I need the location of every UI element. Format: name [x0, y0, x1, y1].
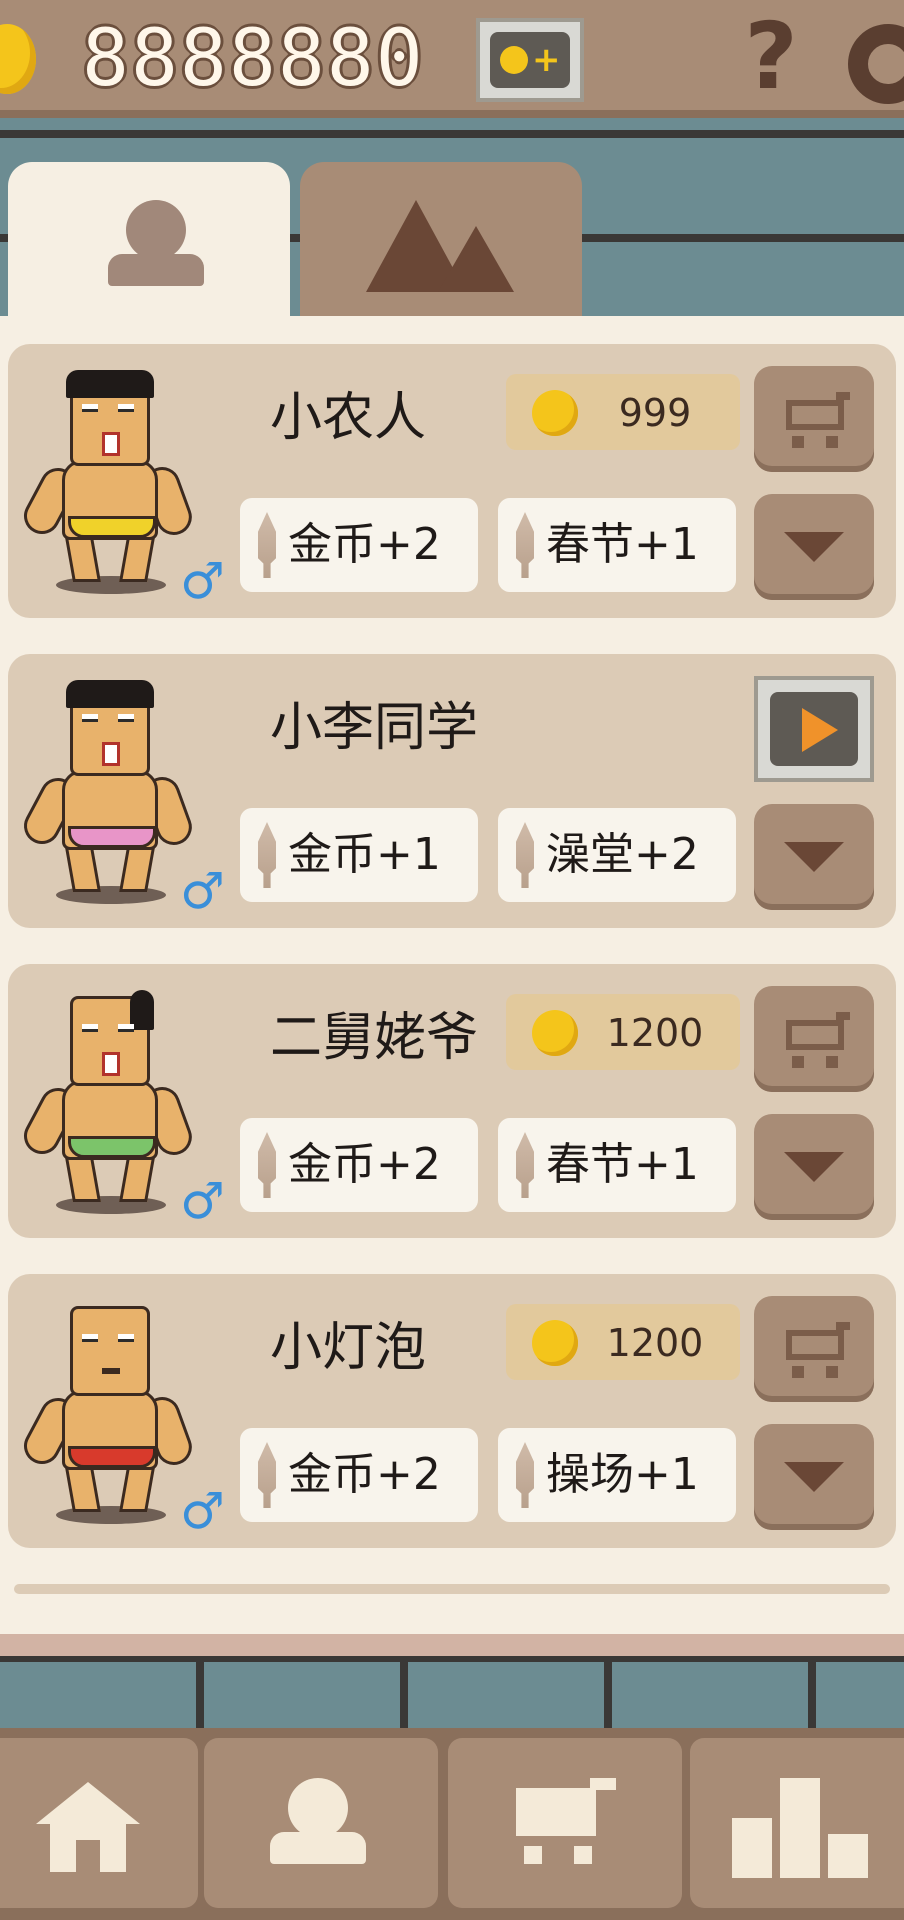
buy-cart-button[interactable] — [754, 1296, 874, 1402]
sword-icon — [258, 1442, 276, 1508]
chevron-down-icon — [784, 1462, 844, 1492]
video-screen-icon — [770, 692, 858, 766]
coin-count: 8888880 — [82, 14, 425, 104]
bonus-badge: 春节+1 — [498, 1118, 736, 1212]
male-gender-icon: ♂ — [180, 862, 225, 920]
bonus-text: 澡堂+2 — [546, 829, 699, 880]
character-name: 小灯泡 — [270, 1318, 427, 1378]
sword-icon — [258, 512, 276, 578]
character-avatar — [17, 1296, 197, 1526]
bonus-text: 金币+2 — [288, 519, 441, 570]
character-name: 二舅姥爷 — [270, 1008, 479, 1068]
cart-icon — [508, 1778, 618, 1868]
coin-icon — [0, 24, 36, 94]
buy-cart-button[interactable] — [754, 366, 874, 472]
price-tag: 1200 — [506, 1304, 740, 1380]
house-icon — [36, 1782, 140, 1872]
character-name: 小李同学 — [270, 698, 479, 758]
tab-characters[interactable] — [8, 162, 290, 322]
sword-icon — [516, 1442, 534, 1508]
character-avatar — [17, 676, 197, 906]
bar-chart-icon — [732, 1768, 872, 1878]
price-value: 1200 — [606, 1321, 704, 1365]
coin-icon — [532, 1010, 578, 1056]
mountain-icon — [366, 192, 516, 292]
nav-ranking-button[interactable] — [690, 1738, 904, 1908]
bonus-text: 春节+1 — [546, 519, 699, 570]
chevron-down-icon — [784, 842, 844, 872]
expand-details-button[interactable] — [754, 804, 874, 910]
top-bar: 8888880 + ? — [0, 0, 904, 118]
bonus-badge: 操场+1 — [498, 1428, 736, 1522]
bonus-badge: 金币+2 — [240, 1118, 478, 1212]
chevron-down-icon — [784, 532, 844, 562]
sword-icon — [516, 1132, 534, 1198]
watch-video-unlock-button[interactable] — [754, 676, 874, 782]
character-card: ♂ 小灯泡 1200 金币+2 操场+1 — [8, 1274, 896, 1548]
cart-icon — [780, 1322, 850, 1378]
bonus-text: 金币+2 — [288, 1449, 441, 1500]
watch-video-for-coins-button[interactable]: + — [476, 18, 584, 102]
sword-icon — [258, 822, 276, 888]
price-tag: 999 — [506, 374, 740, 450]
bonus-badge: 金币+1 — [240, 808, 478, 902]
price-tag: 1200 — [506, 994, 740, 1070]
bonus-badge: 金币+2 — [240, 1428, 478, 1522]
settings-gear-icon[interactable] — [848, 24, 904, 104]
tab-scenes[interactable] — [300, 162, 582, 322]
bonus-badge: 澡堂+2 — [498, 808, 736, 902]
sword-icon — [516, 512, 534, 578]
character-card: ♂ 二舅姥爷 1200 金币+2 春节+1 — [8, 964, 896, 1238]
video-screen-icon: + — [490, 32, 570, 88]
coin-icon — [500, 46, 528, 74]
nav-home-button[interactable] — [0, 1738, 198, 1908]
character-name: 小农人 — [270, 388, 427, 448]
character-avatar — [17, 986, 197, 1216]
male-gender-icon: ♂ — [180, 552, 225, 610]
coin-icon — [532, 1320, 578, 1366]
play-icon — [802, 708, 838, 752]
expand-details-button[interactable] — [754, 1424, 874, 1530]
cart-icon — [780, 1012, 850, 1068]
bonus-badge: 金币+2 — [240, 498, 478, 592]
male-gender-icon: ♂ — [180, 1482, 225, 1540]
sword-icon — [516, 822, 534, 888]
plus-icon: + — [532, 40, 561, 80]
person-icon — [108, 200, 204, 290]
expand-details-button[interactable] — [754, 1114, 874, 1220]
male-gender-icon: ♂ — [180, 1172, 225, 1230]
bonus-text: 春节+1 — [546, 1139, 699, 1190]
person-icon — [270, 1778, 370, 1870]
floor-tiles-bottom — [0, 1656, 904, 1728]
price-value: 1200 — [606, 1011, 704, 1055]
bonus-text: 操场+1 — [546, 1449, 699, 1500]
expand-details-button[interactable] — [754, 494, 874, 600]
nav-characters-button[interactable] — [204, 1738, 438, 1908]
buy-cart-button[interactable] — [754, 986, 874, 1092]
sword-icon — [258, 1132, 276, 1198]
list-scroll-edge — [14, 1584, 890, 1594]
cart-icon — [780, 392, 850, 448]
bonus-badge: 春节+1 — [498, 498, 736, 592]
character-avatar — [17, 366, 197, 596]
nav-shop-button[interactable] — [448, 1738, 682, 1908]
character-list-panel: ♂ 小农人 999 金币+2 春节+1 ♂ 小李同学 金币+1 澡堂+2 ♂ 二… — [0, 316, 904, 1656]
bonus-text: 金币+1 — [288, 829, 441, 880]
coin-icon — [532, 390, 578, 436]
bottom-nav — [0, 1728, 904, 1920]
chevron-down-icon — [784, 1152, 844, 1182]
help-button[interactable]: ? — [736, 11, 806, 103]
character-card: ♂ 小李同学 金币+1 澡堂+2 — [8, 654, 896, 928]
bonus-text: 金币+2 — [288, 1139, 441, 1190]
character-card: ♂ 小农人 999 金币+2 春节+1 — [8, 344, 896, 618]
price-value: 999 — [618, 391, 692, 435]
